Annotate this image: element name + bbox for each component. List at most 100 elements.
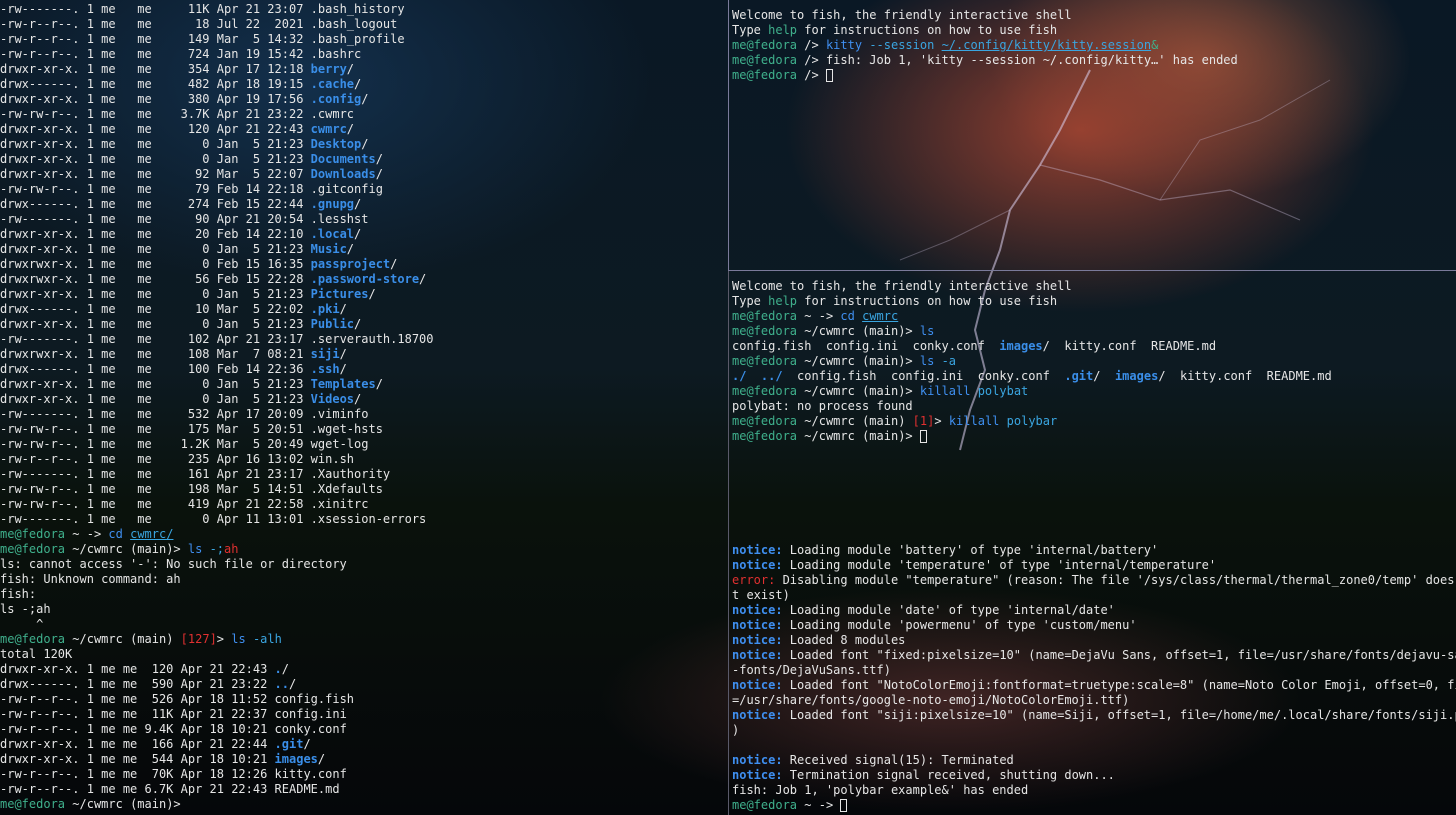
dir-suffix: / (339, 347, 347, 361)
file-meta: -rw-------. 1 me me 0 Apr 11 13:01 (0, 512, 311, 526)
file-name: .bash_logout (310, 17, 398, 31)
file-row: drwxrwxr-x. 1 me me 0 Feb 15 16:35 passp… (0, 257, 434, 272)
terminal-bottom-right[interactable]: notice: Loading module 'battery' of type… (728, 541, 1456, 815)
file-name: .bashrc (310, 47, 362, 61)
file-row: -rw-r--r--. 1 me me 9.4K Apr 18 10:21 co… (0, 722, 434, 737)
file-meta: drwxrwxr-x. 1 me me 0 Feb 15 16:35 (0, 257, 311, 271)
prompt-line[interactable]: me@fedora ~/cwmrc (main)> (732, 429, 1332, 444)
dir-suffix: / (354, 227, 362, 241)
log-message: Loaded font "siji:pixelsize=10" (name=Si… (782, 708, 1456, 722)
output-line: ./ ../ config.fish config.ini conky.conf… (732, 369, 1332, 383)
cursor (825, 69, 833, 82)
dir-suffix: / (354, 392, 362, 406)
file-meta: drwxr-xr-x. 1 me me 120 Apr 21 22:43 (0, 662, 275, 676)
log-message: t exist) (732, 588, 790, 602)
log-level: notice: (732, 768, 783, 782)
prompt-line: me@fedora ~ -> cd cwmrc/ (0, 527, 174, 541)
file-meta: -rw-r--r--. 1 me me 18 Jul 22 2021 (0, 17, 311, 31)
file-name: berry (310, 62, 347, 76)
log-line: -fonts/DejaVuSans.ttf) (732, 663, 1456, 678)
file-name: .gnupg (310, 197, 355, 211)
file-name: .wget-hsts (310, 422, 383, 436)
dir-suffix: / (339, 362, 347, 376)
dir-suffix: / (281, 662, 290, 676)
file-name: . (274, 662, 282, 676)
file-row: drwxr-xr-x. 1 me me 380 Apr 19 17:56 .co… (0, 92, 434, 107)
file-row: -rw-rw-r--. 1 me me 3.7K Apr 21 23:22 .c… (0, 107, 434, 122)
file-row: -rw-r--r--. 1 me me 526 Apr 18 11:52 con… (0, 692, 434, 707)
terminal-top-right-output: Welcome to fish, the friendly interactiv… (732, 8, 1238, 83)
file-name: config.fish (274, 692, 355, 706)
output-line: fish: Unknown command: ah (0, 572, 181, 586)
prompt-line[interactable]: me@fedora ~/cwmrc (main)> (0, 797, 434, 812)
file-meta: drwxr-xr-x. 1 me me 166 Apr 21 22:44 (0, 737, 275, 751)
file-name: config.ini (274, 707, 347, 721)
log-line: notice: Loading module 'powermenu' of ty… (732, 618, 1456, 633)
log-level: error: (732, 573, 776, 587)
log-message: Termination signal received, shutting do… (782, 768, 1115, 782)
file-name: Music (310, 242, 347, 256)
prompt-line: me@fedora ~/cwmrc (main)> ls (732, 324, 935, 338)
file-name: conky.conf (274, 722, 347, 736)
output-line: total 120K (0, 647, 73, 661)
file-row: drwxr-xr-x. 1 me me 544 Apr 18 10:21 ima… (0, 752, 434, 767)
log-message: fish: Job 1, 'polybar example&' has ende… (732, 783, 1029, 797)
prompt-line[interactable]: me@fedora ~ -> (732, 798, 1456, 813)
file-row: drwxr-xr-x. 1 me me 0 Jan 5 21:23 Public… (0, 317, 434, 332)
prompt-line: me@fedora ~/cwmrc (main) [127]> ls -alh (0, 632, 282, 646)
file-row: drwxrwxr-x. 1 me me 108 Mar 7 08:21 siji… (0, 347, 434, 362)
file-name: .git (274, 737, 304, 751)
file-name: README.md (274, 782, 340, 796)
output-line: config.fish config.ini conky.conf images… (732, 339, 1217, 353)
file-meta: -rw-------. 1 me me 532 Apr 17 20:09 (0, 407, 311, 421)
file-meta: drwxr-xr-x. 1 me me 0 Jan 5 21:23 (0, 317, 311, 331)
prompt-line: me@fedora ~/cwmrc (main)> ls -a (732, 354, 957, 368)
terminal-bottom-right-output: notice: Loading module 'battery' of type… (732, 543, 1456, 813)
file-meta: drwxr-xr-x. 1 me me 0 Jan 5 21:23 (0, 377, 311, 391)
file-meta: -rw-r--r--. 1 me me 11K Apr 21 22:37 (0, 707, 275, 721)
log-level: notice: (732, 678, 783, 692)
file-meta: -rw-------. 1 me me 161 Apr 21 23:17 (0, 467, 311, 481)
dir-suffix: / (346, 242, 355, 256)
file-meta: drwxrwxr-x. 1 me me 56 Feb 15 22:28 (0, 272, 311, 286)
dir-suffix: / (346, 62, 355, 76)
file-name: .Xauthority (310, 467, 391, 481)
file-row: drwxr-xr-x. 1 me me 0 Jan 5 21:23 Docume… (0, 152, 434, 167)
terminal-left[interactable]: -rw-------. 1 me me 11K Apr 21 23:07 .ba… (0, 0, 728, 815)
file-meta: drwx------. 1 me me 590 Apr 21 23:22 (0, 677, 275, 691)
log-level: notice: (732, 708, 783, 722)
file-meta: -rw-r--r--. 1 me me 9.4K Apr 18 10:21 (0, 722, 275, 736)
file-name: wget-log (310, 437, 369, 451)
terminal-middle-right-output: Welcome to fish, the friendly interactiv… (732, 279, 1332, 444)
terminal-middle-right[interactable]: Welcome to fish, the friendly interactiv… (728, 271, 1456, 541)
file-name: .xsession-errors (310, 512, 427, 526)
log-line: notice: Loaded 8 modules (732, 633, 1456, 648)
file-meta: drwxr-xr-x. 1 me me 380 Apr 19 17:56 (0, 92, 311, 106)
file-row: -rw-------. 1 me me 102 Apr 21 23:17 .se… (0, 332, 434, 347)
file-row: drwxr-xr-x. 1 me me 166 Apr 21 22:44 .gi… (0, 737, 434, 752)
dir-suffix: / (303, 737, 311, 751)
file-name: Downloads (310, 167, 376, 181)
file-meta: -rw-rw-r--. 1 me me 3.7K Apr 21 23:22 (0, 107, 311, 121)
prompt-line[interactable]: me@fedora /> (732, 68, 1238, 83)
terminal-top-right[interactable]: Welcome to fish, the friendly interactiv… (728, 0, 1456, 271)
file-row: -rw-------. 1 me me 161 Apr 21 23:17 .Xa… (0, 467, 434, 482)
dir-suffix: / (375, 167, 383, 181)
dir-suffix: / (354, 317, 362, 331)
dir-suffix: / (346, 122, 355, 136)
file-name: .bash_profile (310, 32, 405, 46)
log-line: notice: Received signal(15): Terminated (732, 753, 1456, 768)
log-line: t exist) (732, 588, 1456, 603)
file-name: .cwmrc (310, 107, 355, 121)
dir-suffix: / (375, 377, 383, 391)
log-level: notice: (732, 633, 783, 647)
log-level: notice: (732, 603, 783, 617)
file-name: .viminfo (310, 407, 369, 421)
file-name: win.sh (310, 452, 355, 466)
file-name: .bash_history (310, 2, 405, 16)
file-row: drwx------. 1 me me 590 Apr 21 23:22 ../ (0, 677, 434, 692)
file-meta: drwx------. 1 me me 10 Mar 5 22:02 (0, 302, 311, 316)
file-row: -rw-------. 1 me me 11K Apr 21 23:07 .ba… (0, 2, 434, 17)
file-name: .. (274, 677, 289, 691)
log-line: notice: Termination signal received, shu… (732, 768, 1456, 783)
